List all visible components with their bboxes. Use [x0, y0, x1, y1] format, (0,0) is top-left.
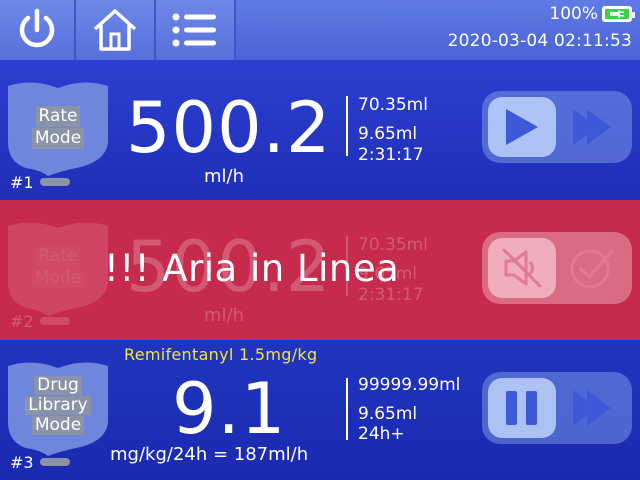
divider — [346, 96, 348, 156]
alarm-message: !!! Aria in Linea — [104, 247, 400, 290]
channel-2-panel[interactable]: Rate Mode #2 500.2 ml/h 70.35ml 9.65ml 2… — [0, 200, 640, 340]
rate-value: 9.1 — [172, 368, 287, 450]
mode-label-line: Rate — [35, 246, 81, 267]
time-remaining: 24h+ — [358, 424, 405, 444]
rate-unit: ml/h — [204, 305, 245, 326]
channel-number: #2 — [10, 312, 34, 331]
fast-forward-icon — [573, 109, 611, 145]
time-remaining: 2:31:17 — [358, 145, 424, 165]
volume-remaining: 9.65ml — [358, 124, 418, 144]
mode-badge[interactable]: Rate Mode — [6, 80, 110, 176]
power-button[interactable] — [0, 0, 76, 60]
datetime: 2020-03-04 02:11:53 — [447, 31, 632, 51]
acknowledge-button[interactable] — [558, 238, 626, 298]
list-menu-icon — [172, 13, 216, 47]
bolus-button[interactable] — [558, 97, 626, 157]
battery-percent: 100% — [549, 4, 598, 24]
home-button[interactable] — [76, 0, 156, 60]
control-group — [482, 372, 632, 444]
channel-indicator — [40, 458, 70, 466]
mute-icon — [502, 248, 542, 288]
mode-label-line: Mode — [31, 268, 85, 289]
mode-label-line: Rate — [35, 106, 81, 127]
mode-label-line: Mode — [31, 416, 85, 435]
control-group — [482, 91, 632, 163]
battery-icon — [602, 6, 635, 22]
mode-label-line: Library — [25, 396, 91, 415]
channel-number: #1 — [10, 173, 34, 192]
fast-forward-icon — [573, 390, 611, 426]
menu-button[interactable] — [156, 0, 236, 60]
channel-indicator — [40, 317, 70, 325]
mode-badge[interactable]: Drug Library Mode — [6, 360, 110, 456]
drug-name: Remifentanyl 1.5mg/kg — [124, 345, 318, 364]
start-button[interactable] — [488, 97, 556, 157]
mode-label-line: Drug — [34, 376, 82, 395]
pause-button[interactable] — [488, 378, 556, 438]
play-icon — [506, 109, 538, 145]
power-icon — [19, 8, 55, 48]
channel-number: #3 — [10, 453, 34, 472]
rate-unit: ml/h — [204, 166, 245, 187]
battery-status: 100% — [549, 4, 635, 24]
control-group — [482, 232, 632, 304]
channel-1-panel[interactable]: Rate Mode #1 500.2 ml/h 70.35ml 9.65ml 2… — [0, 60, 640, 198]
top-bar: 100% 2020-03-04 02:11:53 — [0, 0, 640, 60]
rate-unit: mg/kg/24h = 187ml/h — [110, 444, 309, 465]
home-icon — [93, 9, 137, 51]
volume-infused: 99999.99ml — [358, 375, 461, 395]
charging-plug-icon — [610, 10, 624, 18]
channel-3-panel[interactable]: Remifentanyl 1.5mg/kg Drug Library Mode … — [0, 340, 640, 480]
pause-icon — [506, 391, 537, 425]
check-icon — [570, 249, 614, 289]
divider — [346, 378, 348, 440]
mute-alarm-button[interactable] — [488, 238, 556, 298]
volume-infused: 70.35ml — [358, 95, 428, 115]
bolus-button[interactable] — [558, 378, 626, 438]
channel-indicator — [40, 178, 70, 186]
volume-remaining: 9.65ml — [358, 404, 418, 424]
mode-badge: Rate Mode — [6, 220, 110, 316]
mode-label-line: Mode — [31, 128, 85, 149]
rate-value: 500.2 — [126, 87, 332, 169]
